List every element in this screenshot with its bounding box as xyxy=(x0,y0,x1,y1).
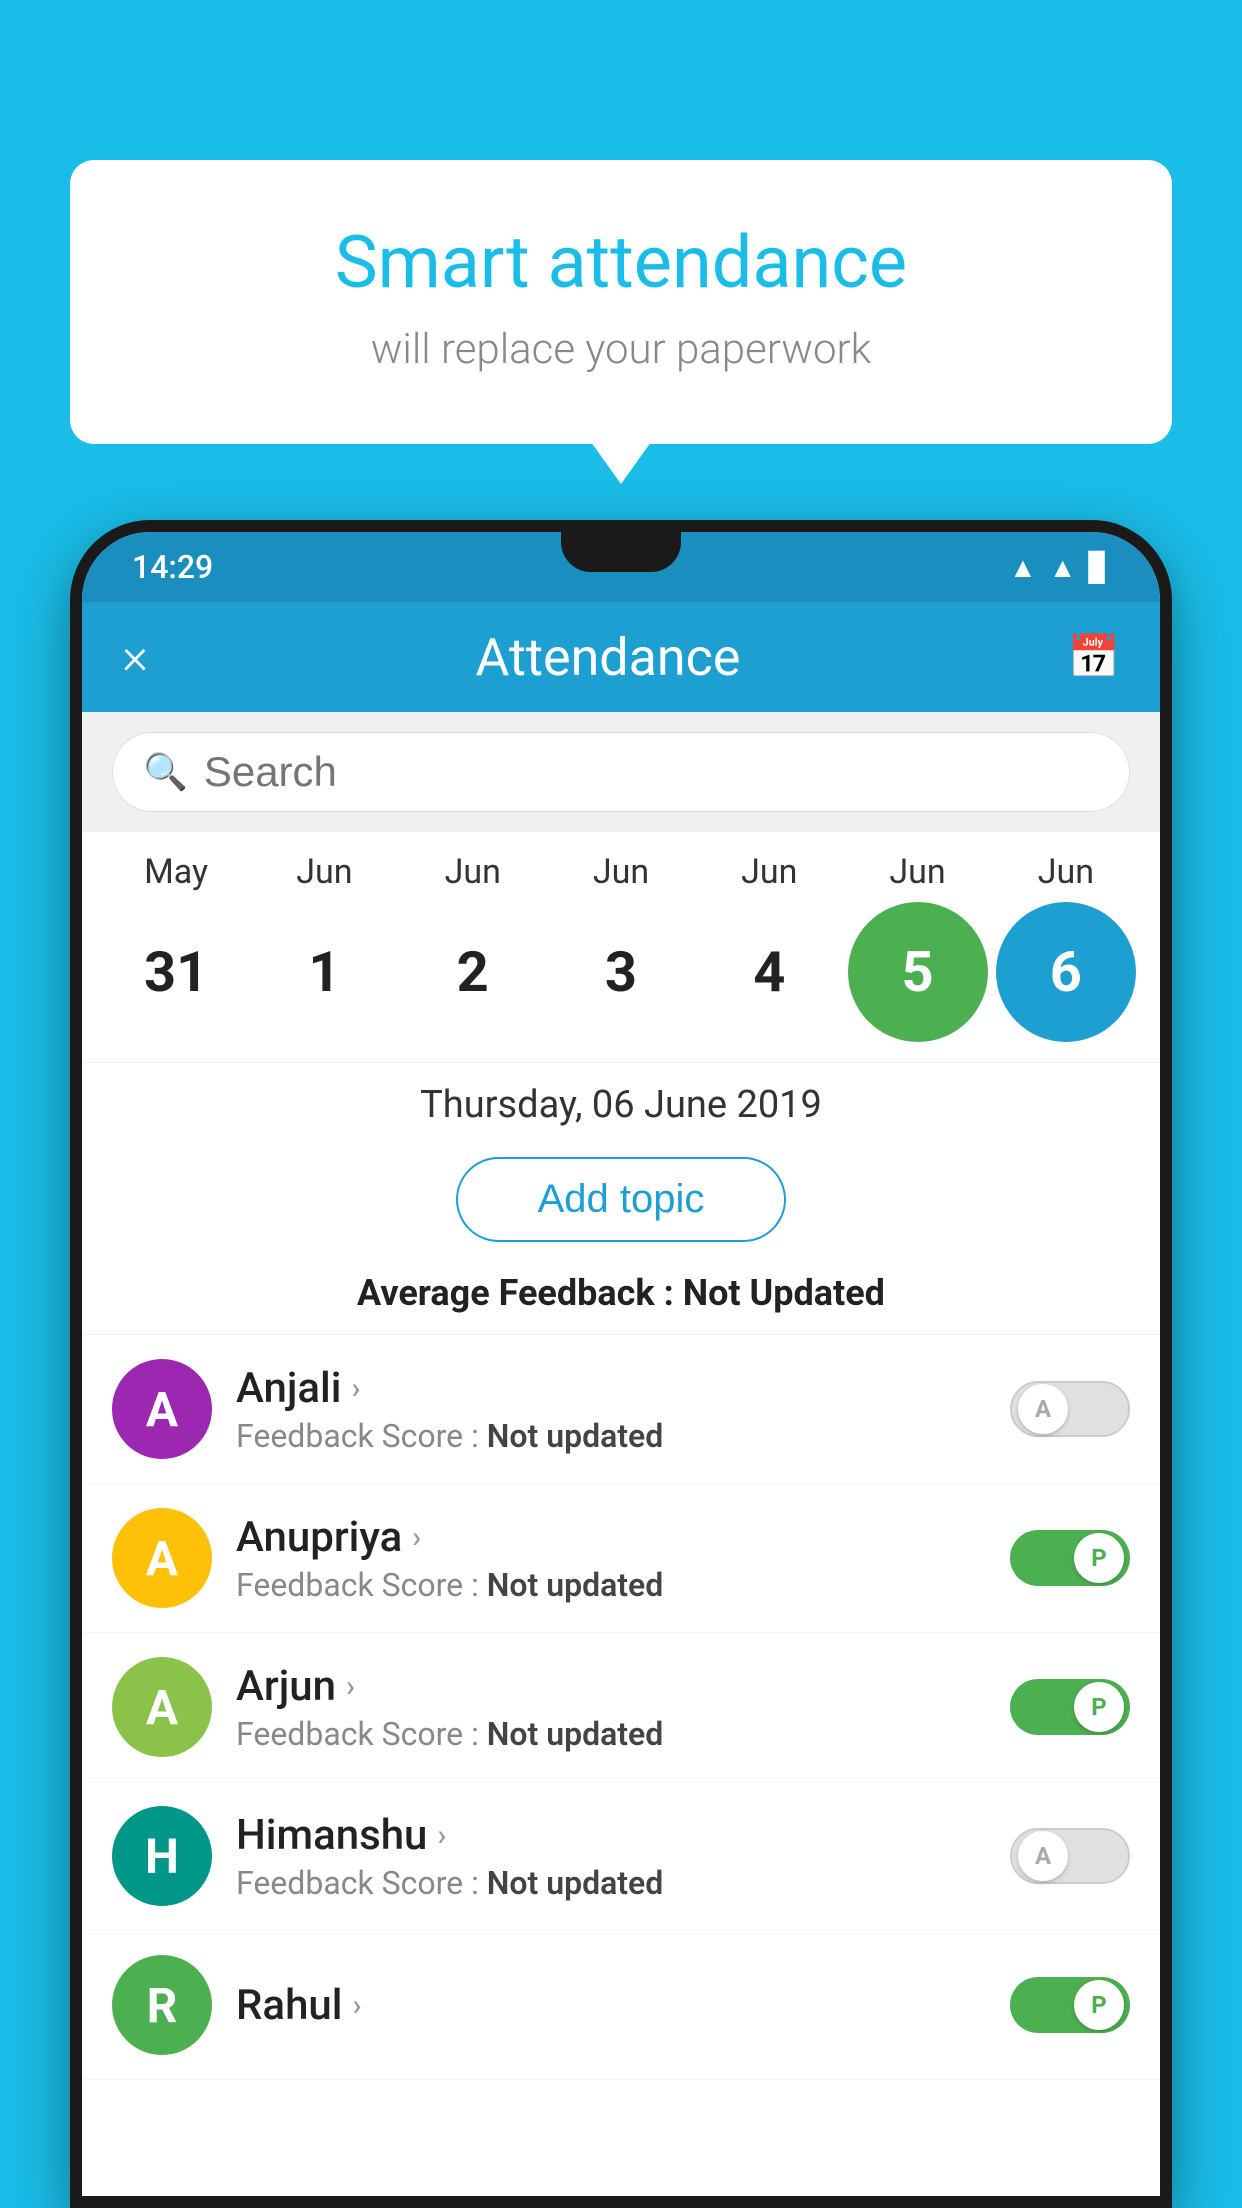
student-feedback-himanshu: Feedback Score : Not updated xyxy=(236,1864,986,1902)
month-0: May xyxy=(106,852,246,892)
selected-date-label: Thursday, 06 June 2019 xyxy=(82,1083,1160,1127)
student-feedback-anjali: Feedback Score : Not updated xyxy=(236,1417,986,1455)
chevron-right-icon: › xyxy=(351,1371,360,1406)
calendar-months-row: May Jun Jun Jun Jun Jun Jun xyxy=(82,852,1160,892)
calendar-date-6-selected[interactable]: 6 xyxy=(996,902,1136,1042)
attendance-toggle-himanshu[interactable]: A xyxy=(1010,1828,1130,1884)
phone-frame: 14:29 ▲ ▲ ▊ × Attendance 📅 🔍 May Jun xyxy=(70,520,1172,2208)
toggle-thumb-himanshu: A xyxy=(1018,1831,1068,1881)
calendar-date-1[interactable]: 1 xyxy=(254,902,394,1042)
month-6: Jun xyxy=(996,852,1136,892)
student-name-anjali[interactable]: Anjali › xyxy=(236,1364,986,1413)
average-feedback-value: Not Updated xyxy=(683,1272,885,1314)
student-info-rahul: Rahul › xyxy=(236,1981,986,2030)
attendance-toggle-rahul[interactable]: P xyxy=(1010,1977,1130,2033)
app-tagline-title: Smart attendance xyxy=(130,220,1112,305)
chevron-right-icon: › xyxy=(437,1818,446,1853)
phone-screen: 14:29 ▲ ▲ ▊ × Attendance 📅 🔍 May Jun xyxy=(82,532,1160,2196)
app-tagline-subtitle: will replace your paperwork xyxy=(130,325,1112,374)
month-2: Jun xyxy=(403,852,543,892)
app-title: Attendance xyxy=(475,627,740,688)
battery-icon: ▊ xyxy=(1088,551,1110,584)
toggle-thumb-arjun: P xyxy=(1074,1682,1124,1732)
student-name-rahul[interactable]: Rahul › xyxy=(236,1981,986,2030)
add-topic-container: Add topic xyxy=(82,1137,1160,1262)
calendar-dates-row: 31 1 2 3 4 5 6 xyxy=(82,892,1160,1052)
attendance-toggle-anupriya[interactable]: P xyxy=(1010,1530,1130,1586)
month-1: Jun xyxy=(254,852,394,892)
student-feedback-anupriya: Feedback Score : Not updated xyxy=(236,1566,986,1604)
student-item-anupriya: A Anupriya › Feedback Score : Not update… xyxy=(82,1484,1160,1633)
calendar-date-3[interactable]: 3 xyxy=(551,902,691,1042)
student-item-rahul: R Rahul › P xyxy=(82,1931,1160,2080)
close-button[interactable]: × xyxy=(122,628,148,686)
chevron-right-icon: › xyxy=(346,1669,355,1704)
attendance-toggle-anjali[interactable]: A xyxy=(1010,1381,1130,1437)
student-item-arjun: A Arjun › Feedback Score : Not updated P xyxy=(82,1633,1160,1782)
search-input[interactable] xyxy=(204,748,1099,796)
search-section: 🔍 xyxy=(82,712,1160,832)
toggle-thumb-anupriya: P xyxy=(1074,1533,1124,1583)
search-bar[interactable]: 🔍 xyxy=(112,732,1130,812)
avatar-anjali: A xyxy=(112,1359,212,1459)
average-feedback-row: Average Feedback : Not Updated xyxy=(82,1262,1160,1335)
status-icons: ▲ ▲ ▊ xyxy=(1009,551,1110,584)
toggle-thumb-rahul: P xyxy=(1074,1980,1124,2030)
calendar-date-4[interactable]: 4 xyxy=(699,902,839,1042)
student-info-anjali: Anjali › Feedback Score : Not updated xyxy=(236,1364,986,1455)
attendance-toggle-arjun[interactable]: P xyxy=(1010,1679,1130,1735)
wifi-icon: ▲ xyxy=(1009,551,1037,584)
student-name-anupriya[interactable]: Anupriya › xyxy=(236,1513,986,1562)
app-header: × Attendance 📅 xyxy=(82,602,1160,712)
date-info-section: Thursday, 06 June 2019 xyxy=(82,1062,1160,1137)
month-3: Jun xyxy=(551,852,691,892)
student-info-himanshu: Himanshu › Feedback Score : Not updated xyxy=(236,1811,986,1902)
student-name-himanshu[interactable]: Himanshu › xyxy=(236,1811,986,1860)
chevron-right-icon: › xyxy=(412,1520,421,1555)
student-item-himanshu: H Himanshu › Feedback Score : Not update… xyxy=(82,1782,1160,1931)
student-list: A Anjali › Feedback Score : Not updated … xyxy=(82,1335,1160,2080)
toggle-thumb-anjali: A xyxy=(1018,1384,1068,1434)
student-info-anupriya: Anupriya › Feedback Score : Not updated xyxy=(236,1513,986,1604)
search-icon: 🔍 xyxy=(143,751,188,793)
calendar-date-31[interactable]: 31 xyxy=(106,902,246,1042)
month-5: Jun xyxy=(848,852,988,892)
student-item-anjali: A Anjali › Feedback Score : Not updated … xyxy=(82,1335,1160,1484)
signal-icon: ▲ xyxy=(1049,551,1077,584)
avatar-rahul: R xyxy=(112,1955,212,2055)
phone-notch xyxy=(561,532,681,572)
average-feedback-label: Average Feedback : xyxy=(357,1272,683,1314)
status-time: 14:29 xyxy=(132,548,213,586)
student-name-arjun[interactable]: Arjun › xyxy=(236,1662,986,1711)
calendar-date-2[interactable]: 2 xyxy=(403,902,543,1042)
calendar-date-5-today[interactable]: 5 xyxy=(848,902,988,1042)
speech-bubble: Smart attendance will replace your paper… xyxy=(70,160,1172,444)
student-info-arjun: Arjun › Feedback Score : Not updated xyxy=(236,1662,986,1753)
avatar-himanshu: H xyxy=(112,1806,212,1906)
avatar-anupriya: A xyxy=(112,1508,212,1608)
student-feedback-arjun: Feedback Score : Not updated xyxy=(236,1715,986,1753)
chevron-right-icon: › xyxy=(352,1988,361,2023)
add-topic-button[interactable]: Add topic xyxy=(456,1157,787,1242)
avatar-arjun: A xyxy=(112,1657,212,1757)
month-4: Jun xyxy=(699,852,839,892)
calendar-section: May Jun Jun Jun Jun Jun Jun 31 1 2 3 4 5… xyxy=(82,832,1160,1062)
calendar-button[interactable]: 📅 xyxy=(1068,633,1120,682)
